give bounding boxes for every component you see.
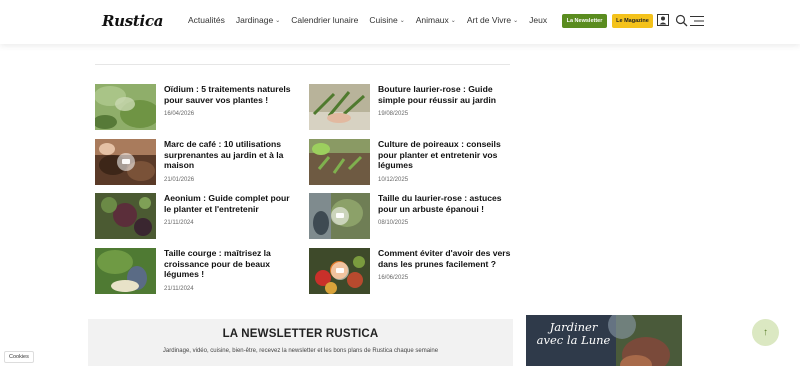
article-thumbnail[interactable] [95,84,156,130]
ad-text: Jardiner avec la Lune [536,320,611,347]
chevron-down-icon: ⌄ [450,17,456,24]
chevron-down-icon: ⌄ [513,17,519,24]
article-date: 10/12/2025 [378,177,409,183]
magazine-button[interactable]: Le Magazine [612,14,653,28]
article-title[interactable]: Oïdium : 5 traitements naturels pour sau… [164,84,299,105]
menu-icon[interactable] [690,15,704,27]
site-logo[interactable]: Rustica [102,12,164,30]
nav-label: Jeux [529,15,548,25]
article-date: 08/10/2025 [378,220,409,226]
user-account-icon[interactable] [657,14,669,26]
article-date: 21/01/2026 [164,177,195,183]
nav-item-animaux[interactable]: Animaux ⌄ [416,15,456,25]
article-thumbnail[interactable] [309,248,370,294]
article-card[interactable]: Bouture laurier-rose : Guide simple pour… [309,84,514,132]
scroll-to-top-button[interactable]: ↑ [752,319,779,346]
site-header: Rustica Actualités Jardinage ⌄ Calendrier… [0,0,800,44]
article-title[interactable]: Comment éviter d'avoir des vers dans les… [378,248,513,269]
article-date: 19/08/2025 [378,111,409,117]
chevron-down-icon: ⌄ [399,17,405,24]
arrow-up-icon: ↑ [763,327,768,338]
chevron-down-icon: ⌄ [275,17,281,24]
nav-item-calendrier-lunaire[interactable]: Calendrier lunaire [291,15,358,25]
cookies-button[interactable]: Cookies [4,351,34,363]
nav-label: Jardinage [235,15,274,25]
section-divider [95,64,510,65]
nav-item-jardinage[interactable]: Jardinage ⌄ [236,15,280,25]
article-thumbnail[interactable] [309,139,370,185]
article-thumbnail[interactable] [309,193,370,239]
article-date: 21/11/2024 [164,286,194,292]
nav-label: Calendrier lunaire [291,15,359,25]
search-icon[interactable] [675,14,688,27]
article-card[interactable]: Marc de café : 10 utilisations surprenan… [95,139,300,187]
article-thumbnail[interactable] [95,248,156,294]
article-title[interactable]: Aeonium : Guide complet pour le planter … [164,193,299,214]
article-card[interactable]: Aeonium : Guide complet pour le planter … [95,193,300,241]
nav-label: Art de Vivre [466,15,512,25]
article-title[interactable]: Culture de poireaux : conseils pour plan… [378,139,513,171]
article-date: 21/11/2024 [164,220,194,226]
main-nav: Actualités Jardinage ⌄ Calendrier lunaire… [188,15,558,25]
article-title[interactable]: Bouture laurier-rose : Guide simple pour… [378,84,513,105]
article-card[interactable]: Comment éviter d'avoir des vers dans les… [309,248,514,296]
article-date: 16/06/2025 [378,275,409,281]
article-card[interactable]: Taille courge : maîtrisez la croissance … [95,248,300,296]
article-card[interactable]: Oïdium : 5 traitements naturels pour sau… [95,84,300,132]
nav-item-cuisine[interactable]: Cuisine ⌄ [369,15,404,25]
article-title[interactable]: Marc de café : 10 utilisations surprenan… [164,139,299,171]
article-card[interactable]: Taille du laurier-rose : astuces pour un… [309,193,514,241]
article-date: 16/04/2026 [164,111,195,117]
newsletter-button[interactable]: La Newsletter [562,14,607,28]
article-title[interactable]: Taille du laurier-rose : astuces pour un… [378,193,513,214]
ad-banner[interactable]: Jardiner avec la Lune [526,315,682,366]
article-thumbnail[interactable] [95,139,156,185]
newsletter-section: LA NEWSLETTER RUSTICA Jardinage, vidéo, … [88,319,513,366]
nav-item-art-de-vivre[interactable]: Art de Vivre ⌄ [467,15,518,25]
article-thumbnail[interactable] [95,193,156,239]
nav-item-actualites[interactable]: Actualités [188,15,225,25]
newsletter-title: LA NEWSLETTER RUSTICA [222,328,379,340]
article-thumbnail[interactable] [309,84,370,130]
nav-label: Actualités [188,15,225,25]
article-title[interactable]: Taille courge : maîtrisez la croissance … [164,248,299,280]
nav-label: Cuisine [369,15,398,25]
nav-label: Animaux [415,15,449,25]
article-card[interactable]: Culture de poireaux : conseils pour plan… [309,139,514,187]
newsletter-subtitle: Jardinage, vidéo, cuisine, bien-être, re… [162,348,439,354]
nav-item-jeux[interactable]: Jeux [529,15,547,25]
